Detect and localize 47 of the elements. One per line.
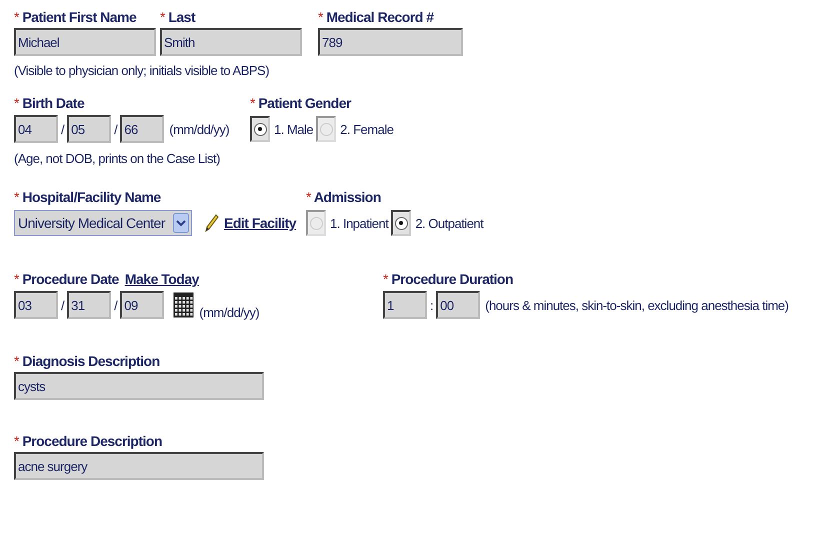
edit-facility-link[interactable]: Edit Facility: [224, 215, 296, 231]
date-field[interactable]: 66: [120, 115, 164, 143]
make-today-link[interactable]: Make Today: [124, 268, 199, 290]
option-label: 1. Inpatient: [329, 216, 390, 230]
date-field[interactable]: 05: [67, 115, 112, 143]
hint-text: (Age, not DOB, prints on the Case List): [14, 150, 221, 168]
option-label: 2. Female: [339, 122, 394, 136]
hint-text: (Visible to physician only; initials visible to ABPS): [14, 62, 270, 80]
field-label: * Hospital/Facility Name: [14, 188, 162, 207]
time-field[interactable]: 00: [436, 291, 480, 319]
date-separator: /: [113, 298, 119, 312]
date-field[interactable]: 03: [14, 291, 58, 319]
field-label: * Medical Record #: [318, 8, 435, 27]
time-separator: :: [429, 298, 434, 312]
field-label: * Diagnosis Description: [14, 352, 161, 371]
text-field[interactable]: cysts: [14, 372, 264, 400]
option-label: 1. Male: [273, 122, 314, 136]
radio-button[interactable]: [316, 116, 336, 142]
field-label: * Patient Gender: [250, 94, 352, 113]
field-label: * Procedure Date: [14, 270, 119, 289]
field-label: * Patient First Name: [14, 8, 138, 27]
field-label: * Birth Date: [14, 94, 86, 113]
calendar-icon[interactable]: [173, 292, 194, 318]
format-hint: (mm/dd/yy): [168, 122, 230, 136]
text-field[interactable]: Michael: [14, 28, 156, 56]
date-field[interactable]: 09: [120, 291, 164, 319]
date-field[interactable]: 04: [14, 115, 58, 143]
field-label: * Procedure Duration: [383, 270, 514, 289]
text-field[interactable]: Smith: [160, 28, 302, 56]
format-hint: (mm/dd/yy): [198, 305, 260, 320]
facility-dropdown[interactable]: University Medical Center: [14, 210, 192, 236]
option-label: 2. Outpatient: [414, 216, 485, 230]
text-field[interactable]: acne surgery: [14, 452, 264, 480]
pencil-icon: [203, 213, 219, 233]
duration-hint: (hours & minutes, skin-to-skin, excluding anesthesia time): [484, 298, 788, 312]
radio-button[interactable]: [250, 116, 270, 142]
text-field[interactable]: 789: [318, 28, 463, 56]
date-separator: /: [113, 122, 119, 136]
radio-button[interactable]: [306, 210, 326, 236]
date-field[interactable]: 31: [67, 291, 112, 319]
field-label: * Admission: [306, 188, 382, 207]
date-separator: /: [60, 122, 66, 136]
field-label: * Procedure Description: [14, 432, 163, 451]
field-label: * Last: [160, 8, 196, 27]
radio-button[interactable]: [391, 210, 412, 236]
time-field[interactable]: 1: [383, 291, 427, 319]
date-separator: /: [60, 298, 66, 312]
